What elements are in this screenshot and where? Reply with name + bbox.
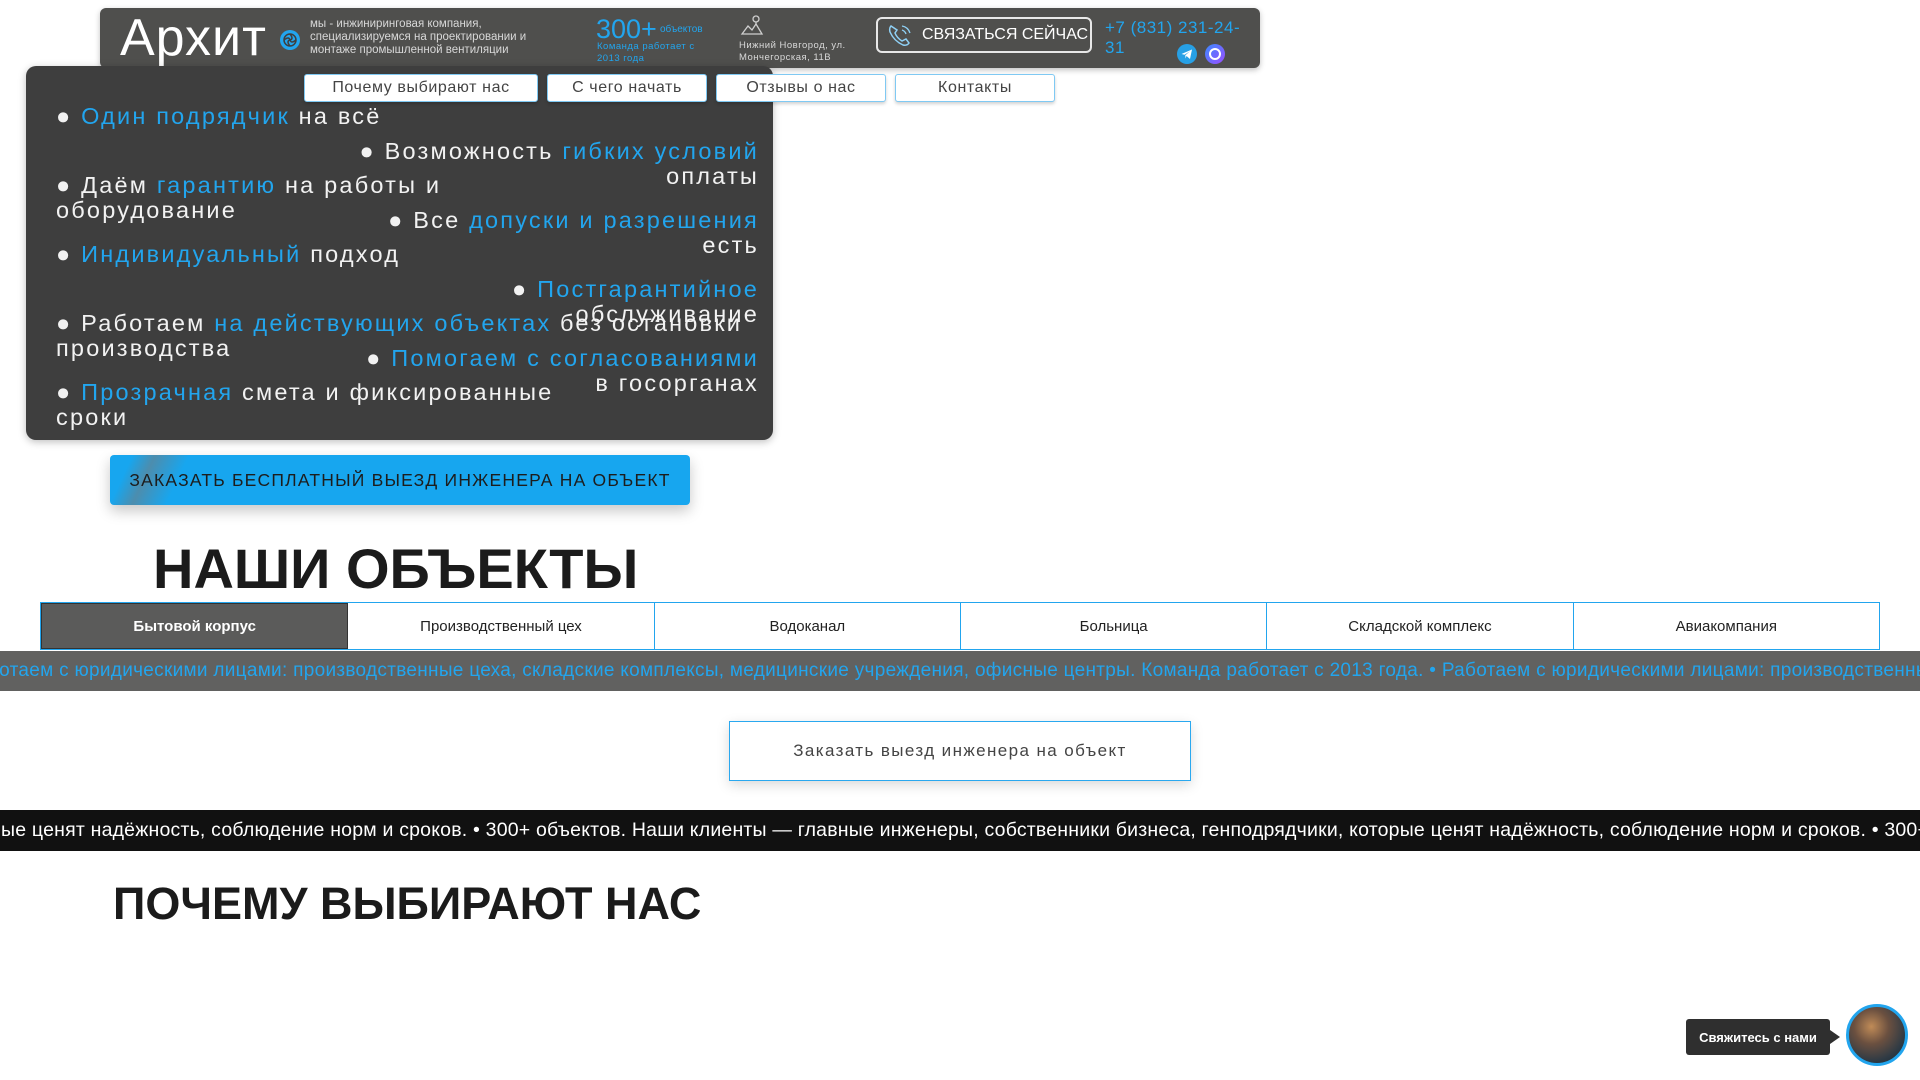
benefit-text: [72, 241, 81, 267]
benefit-text: подход: [301, 241, 401, 267]
benefit-text: Работаем: [72, 310, 215, 336]
bullet: ●: [56, 241, 73, 267]
contact-now-button[interactable]: СВЯЗАТЬСЯ СЕЙЧАС: [876, 17, 1092, 53]
telegram-icon[interactable]: [1177, 44, 1197, 64]
tab-warehouse[interactable]: Складской комплекс: [1267, 603, 1574, 649]
benefit-item: ● Индивидуальный подход: [56, 242, 596, 267]
tab-production-workshop[interactable]: Производственный цех: [348, 603, 655, 649]
bullet: ●: [359, 138, 376, 164]
benefit-item: ● Один подрядчик на всё: [56, 104, 596, 129]
company-tagline: мы - инжиниринговая компания, специализи…: [310, 18, 527, 56]
benefit-highlight: Помогаем с согласованиями: [391, 345, 759, 371]
benefit-text: Возможность: [375, 138, 563, 164]
benefit-highlight: Индивидуальный: [81, 241, 302, 267]
phone-icon: [886, 22, 914, 48]
tab-water-utility[interactable]: Водоканал: [654, 603, 961, 649]
benefit-text: есть: [702, 232, 759, 258]
objects-tabs: Бытовой корпус Производственный цех Водо…: [40, 602, 1880, 650]
order-engineer-button[interactable]: Заказать выезд инженера на объект: [729, 721, 1191, 781]
nav-contacts[interactable]: Контакты: [895, 74, 1055, 102]
ticker-objects: рые ценят надёжность, соблюдение норм и …: [0, 810, 1920, 851]
chat-label[interactable]: Свяжитесь с нами: [1686, 1019, 1840, 1055]
bullet: ●: [56, 103, 73, 129]
nav-reviews[interactable]: Отзывы о нас: [716, 74, 886, 102]
bullet: ●: [366, 345, 383, 371]
benefit-highlight: допуски и разрешения: [469, 207, 759, 233]
benefit-text: оплаты: [666, 163, 759, 189]
tab-airline[interactable]: Авиакомпания: [1573, 603, 1879, 649]
benefit-highlight: Постгарантийное: [537, 276, 759, 302]
bullet: ●: [56, 379, 73, 405]
cta-label: ЗАКАЗАТЬ БЕСПЛАТНЫЙ ВЫЕЗД ИНЖЕНЕРА НА ОБ…: [129, 469, 671, 490]
why-us-title: ПОЧЕМУ ВЫБИРАЮТ НАС: [113, 878, 702, 929]
benefit-highlight: Один подрядчик: [81, 103, 290, 129]
bullet: ●: [512, 276, 529, 302]
team-since: Команда работает с 2013 года: [597, 41, 695, 64]
ticker-clients: ботаем с юридическими лицами: производст…: [0, 651, 1920, 691]
chat-avatar-button[interactable]: [1846, 1004, 1908, 1066]
map-icon: [740, 14, 764, 36]
benefits-panel: ● Один подрядчик на всё ● Возможность ги…: [26, 66, 773, 440]
tab-hospital[interactable]: Больница: [960, 603, 1268, 649]
benefit-text: Все: [404, 207, 470, 233]
benefit-item: ● Прозрачная смета и фиксированные сроки: [56, 380, 576, 430]
benefit-highlight: гибких условий: [562, 138, 759, 164]
bullet: ●: [56, 172, 73, 198]
site-header: Архит мы - инжиниринговая компания, спец…: [100, 8, 1260, 68]
benefit-highlight: Прозрачная: [81, 379, 234, 405]
logo-text[interactable]: Архит: [120, 10, 267, 66]
bullet: ●: [388, 207, 405, 233]
nav-how-to-start[interactable]: С чего начать: [547, 74, 707, 102]
nav-why-us[interactable]: Почему выбирают нас: [304, 74, 538, 102]
benefit-text: в госорганах: [595, 370, 759, 396]
ticker-text: рые ценят надёжность, соблюдение норм и …: [0, 819, 1920, 841]
benefit-text: [383, 345, 392, 371]
logo-icon: [280, 30, 300, 50]
benefit-highlight: гарантию: [156, 172, 277, 198]
company-address: Нижний Новгород, ул. Мончегорская, 11В: [739, 40, 846, 63]
contact-now-label: СВЯЗАТЬСЯ СЕЙЧАС: [922, 26, 1089, 43]
objects-title: НАШИ ОБЪЕКТЫ: [153, 537, 639, 600]
benefit-text: на всё: [289, 103, 382, 129]
benefit-text: Даём: [72, 172, 157, 198]
benefit-text: [72, 103, 81, 129]
benefit-text: [72, 379, 81, 405]
benefit-highlight: на действующих объектах: [214, 310, 552, 336]
bullet: ●: [56, 310, 73, 336]
free-engineer-visit-button[interactable]: ЗАКАЗАТЬ БЕСПЛАТНЫЙ ВЫЕЗД ИНЖЕНЕРА НА ОБ…: [110, 455, 690, 505]
tab-domestic-building[interactable]: Бытовой корпус: [41, 603, 349, 649]
benefit-text: [528, 276, 537, 302]
ticker-text: ботаем с юридическими лицами: производст…: [0, 660, 1920, 681]
objects-counter-unit: объектов: [660, 24, 703, 35]
max-icon[interactable]: [1205, 44, 1225, 64]
